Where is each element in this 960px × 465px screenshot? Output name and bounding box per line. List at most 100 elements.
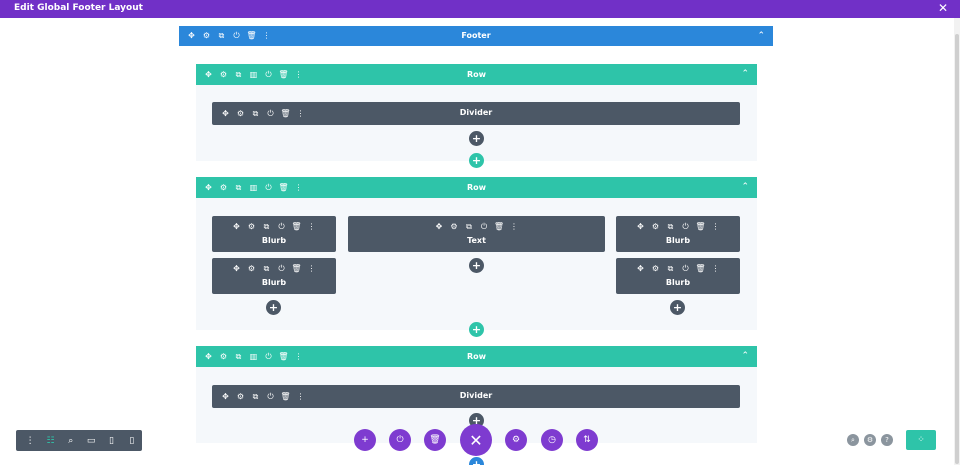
add-module-button[interactable]: + — [469, 258, 484, 273]
row-bar[interactable]: ✥ ⚙ ⧉ ▥ ⏻ 🗑 ⋮ Row ⌃ — [196, 346, 757, 367]
search-icon[interactable]: ⌕ — [847, 434, 859, 446]
power-icon[interactable]: ⏻ — [680, 263, 691, 274]
clear-layout-button[interactable]: 🗑 — [424, 429, 446, 451]
scrollbar[interactable] — [954, 18, 960, 465]
move-icon[interactable]: ✥ — [231, 221, 242, 232]
blurb-module[interactable]: ✥ ⚙ ⧉ ⏻ 🗑 ⋮ Blurb — [212, 258, 336, 294]
blurb-module[interactable]: ✥ ⚙ ⧉ ⏻ 🗑 ⋮ Blurb — [616, 216, 740, 252]
move-icon[interactable]: ✥ — [186, 31, 197, 42]
portability-button[interactable]: ⏻ — [389, 429, 411, 451]
duplicate-icon[interactable]: ⧉ — [261, 221, 272, 232]
history-button[interactable]: ◷ — [541, 429, 563, 451]
more-icon[interactable]: ⋮ — [710, 221, 721, 232]
scrollbar-thumb[interactable] — [955, 34, 959, 464]
duplicate-icon[interactable]: ⧉ — [233, 69, 244, 80]
tablet-icon[interactable]: ▯ — [101, 430, 121, 451]
help-icon[interactable]: ? — [881, 434, 893, 446]
chevron-up-icon[interactable]: ⌃ — [741, 177, 749, 198]
menu-icon[interactable]: ⋮ — [20, 430, 40, 451]
settings-icon[interactable]: ⚙ — [449, 221, 460, 232]
settings-icon[interactable]: ⚙ — [201, 31, 212, 42]
power-icon[interactable]: ⏻ — [263, 69, 274, 80]
settings-icon[interactable]: ⚙ — [218, 351, 229, 362]
duplicate-icon[interactable]: ⧉ — [261, 263, 272, 274]
power-icon[interactable]: ⏻ — [680, 221, 691, 232]
chevron-up-icon[interactable]: ⌃ — [741, 64, 749, 85]
page-settings-button[interactable]: ⚙ — [505, 429, 527, 451]
more-icon[interactable]: ⋮ — [710, 263, 721, 274]
chevron-up-icon[interactable]: ⌃ — [741, 346, 749, 367]
move-icon[interactable]: ✥ — [203, 182, 214, 193]
sort-button[interactable]: ⇅ — [576, 429, 598, 451]
move-icon[interactable]: ✥ — [635, 221, 646, 232]
power-icon[interactable]: ⏻ — [263, 182, 274, 193]
settings-icon[interactable]: ⚙ — [218, 182, 229, 193]
add-module-button[interactable]: + — [670, 300, 685, 315]
row-bar[interactable]: ✥ ⚙ ⧉ ▥ ⏻ 🗑 ⋮ Row ⌃ — [196, 64, 757, 85]
power-icon[interactable]: ⏻ — [479, 221, 490, 232]
settings-icon[interactable]: ⚙ — [650, 221, 661, 232]
trash-icon[interactable]: 🗑 — [291, 221, 302, 232]
move-icon[interactable]: ✥ — [434, 221, 445, 232]
add-layout-button[interactable]: + — [354, 429, 376, 451]
columns-icon[interactable]: ▥ — [248, 351, 259, 362]
settings-icon[interactable]: ⚙ — [246, 221, 257, 232]
columns-icon[interactable]: ▥ — [248, 182, 259, 193]
close-actions-button[interactable]: ✕ — [460, 424, 492, 456]
more-icon[interactable]: ⋮ — [261, 31, 272, 42]
move-icon[interactable]: ✥ — [203, 351, 214, 362]
divider-module[interactable]: ✥ ⚙ ⧉ ⏻ 🗑 ⋮ Divider — [212, 385, 740, 408]
trash-icon[interactable]: 🗑 — [278, 182, 289, 193]
add-module-button[interactable]: + — [469, 131, 484, 146]
trash-icon[interactable]: 🗑 — [494, 221, 505, 232]
power-icon[interactable]: ⏻ — [276, 221, 287, 232]
trash-icon[interactable]: 🗑 — [246, 31, 257, 42]
blurb-module[interactable]: ✥ ⚙ ⧉ ⏻ 🗑 ⋮ Blurb — [212, 216, 336, 252]
trash-icon[interactable]: 🗑 — [695, 221, 706, 232]
more-icon[interactable]: ⋮ — [293, 351, 304, 362]
power-icon[interactable]: ⏻ — [231, 31, 242, 42]
more-icon[interactable]: ⋮ — [306, 263, 317, 274]
desktop-icon[interactable]: ▭ — [81, 430, 101, 451]
zoom-icon[interactable]: ⌕ — [61, 430, 81, 451]
divider-module[interactable]: ✥ ⚙ ⧉ ⏻ 🗑 ⋮ Divider — [212, 102, 740, 125]
duplicate-icon[interactable]: ⧉ — [464, 221, 475, 232]
duplicate-icon[interactable]: ⧉ — [665, 263, 676, 274]
phone-icon[interactable]: ▯ — [122, 430, 142, 451]
blurb-module[interactable]: ✥ ⚙ ⧉ ⏻ 🗑 ⋮ Blurb — [616, 258, 740, 294]
more-icon[interactable]: ⋮ — [509, 221, 520, 232]
trash-icon[interactable]: 🗑 — [278, 351, 289, 362]
wireframe-icon[interactable]: ☷ — [40, 430, 60, 451]
duplicate-icon[interactable]: ⧉ — [233, 182, 244, 193]
settings-icon[interactable]: ⚙ — [246, 263, 257, 274]
duplicate-icon[interactable]: ⧉ — [233, 351, 244, 362]
row-bar[interactable]: ✥ ⚙ ⧉ ▥ ⏻ 🗑 ⋮ Row ⌃ — [196, 177, 757, 198]
add-row-button[interactable]: + — [469, 322, 484, 337]
gear-icon[interactable]: ⚙ — [864, 434, 876, 446]
trash-icon[interactable]: 🗑 — [695, 263, 706, 274]
duplicate-icon[interactable]: ⧉ — [216, 31, 227, 42]
trash-icon[interactable]: 🗑 — [278, 69, 289, 80]
chevron-up-icon[interactable]: ⌃ — [757, 26, 765, 46]
more-icon[interactable]: ⋮ — [293, 182, 304, 193]
text-module[interactable]: ✥ ⚙ ⧉ ⏻ 🗑 ⋮ Text — [348, 216, 605, 252]
move-icon[interactable]: ✥ — [231, 263, 242, 274]
add-section-button[interactable]: + — [469, 457, 484, 465]
more-icon[interactable]: ⋮ — [293, 69, 304, 80]
add-row-button[interactable]: + — [469, 153, 484, 168]
add-module-button[interactable]: + — [266, 300, 281, 315]
move-icon[interactable]: ✥ — [203, 69, 214, 80]
power-icon[interactable]: ⏻ — [263, 351, 274, 362]
move-icon[interactable]: ✥ — [635, 263, 646, 274]
trash-icon[interactable]: 🗑 — [291, 263, 302, 274]
row-1: ✥ ⚙ ⧉ ▥ ⏻ 🗑 ⋮ Row ⌃ ✥ ⚙ ⧉ ⏻ 🗑 ⋮ Divider … — [196, 64, 757, 161]
settings-icon[interactable]: ⚙ — [218, 69, 229, 80]
settings-icon[interactable]: ⚙ — [650, 263, 661, 274]
close-icon[interactable]: ✕ — [938, 1, 948, 15]
power-icon[interactable]: ⏻ — [276, 263, 287, 274]
section-bar[interactable]: ✥ ⚙ ⧉ ⏻ 🗑 ⋮ Footer ⌃ — [179, 26, 773, 46]
duplicate-icon[interactable]: ⧉ — [665, 221, 676, 232]
more-icon[interactable]: ⋮ — [306, 221, 317, 232]
columns-icon[interactable]: ▥ — [248, 69, 259, 80]
save-button[interactable]: ⁘ — [906, 430, 936, 450]
